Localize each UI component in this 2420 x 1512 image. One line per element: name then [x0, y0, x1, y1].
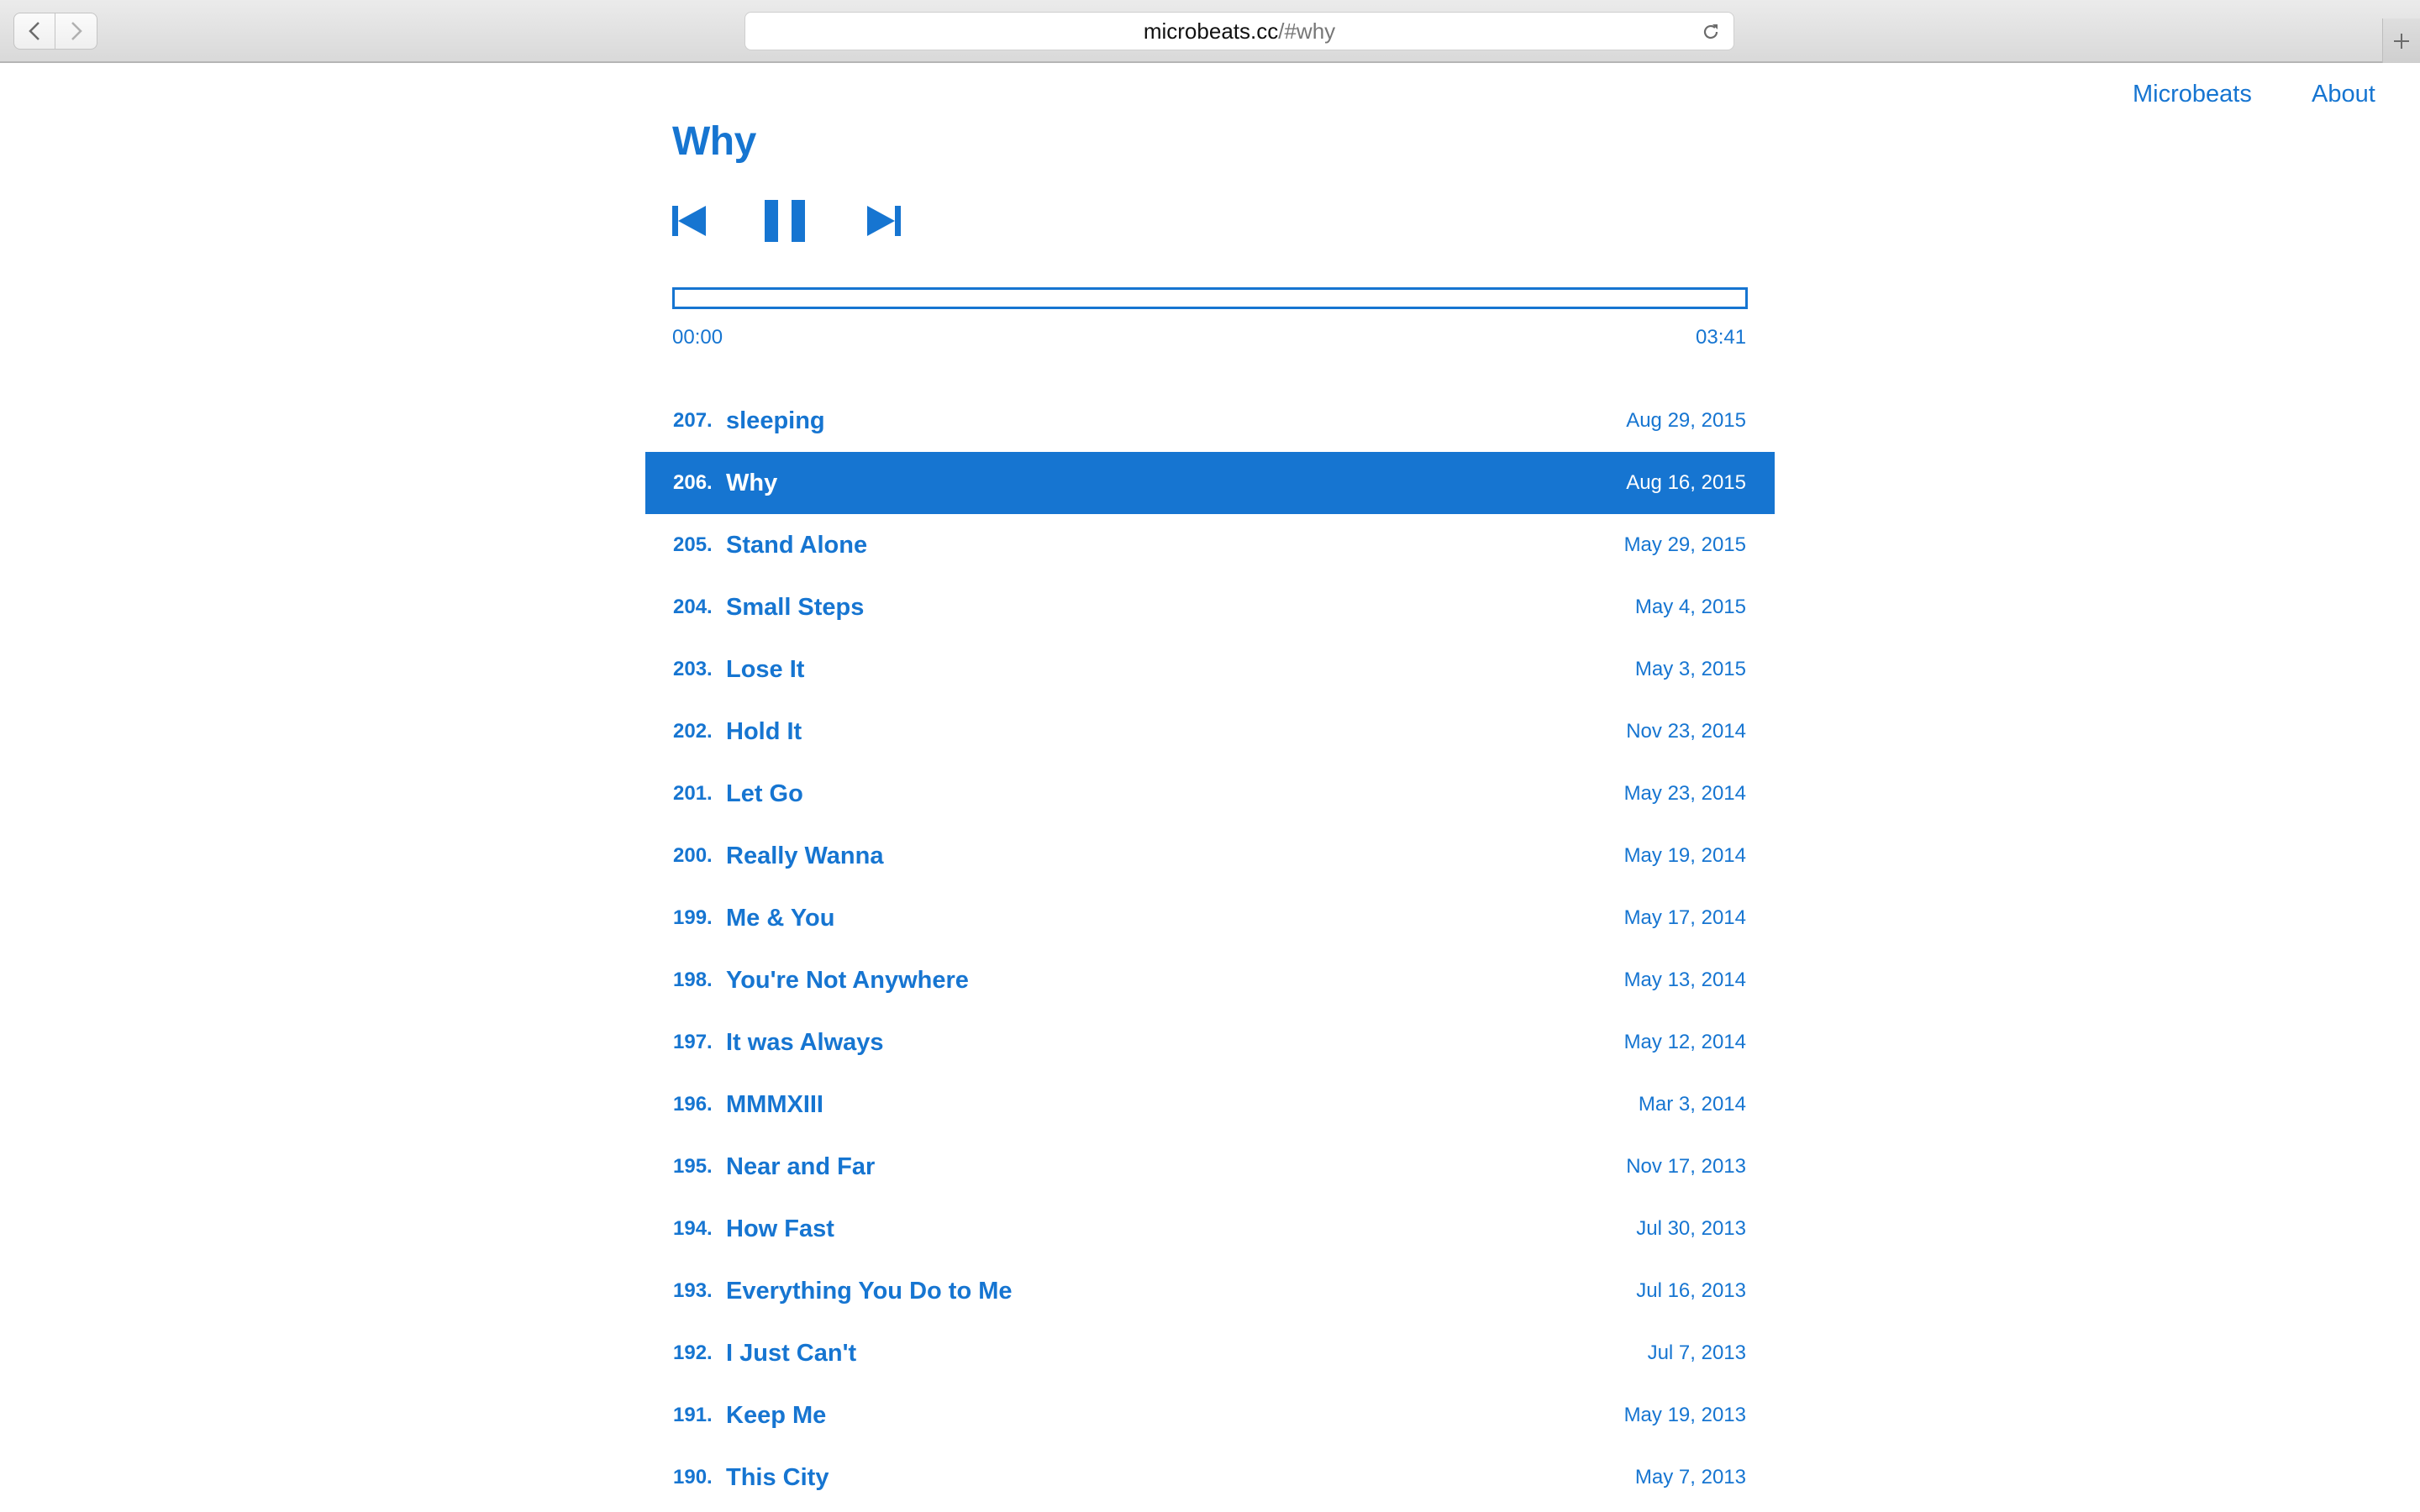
track-date: May 12, 2014: [1623, 1031, 1746, 1053]
track-number: 197.: [673, 1031, 713, 1053]
track-title: How Fast: [726, 1215, 834, 1242]
track-title: Keep Me: [726, 1401, 827, 1429]
track-number: 199.: [673, 906, 713, 929]
track-date: Aug 16, 2015: [1626, 471, 1746, 494]
current-time: 00:00: [672, 326, 723, 349]
track-row[interactable]: 200. Really Wanna May 19, 2014: [645, 825, 1775, 887]
pause-button[interactable]: [765, 198, 808, 244]
track-row[interactable]: 203. Lose It May 3, 2015: [645, 638, 1775, 701]
total-time: 03:41: [1696, 326, 1747, 349]
track-title: Small Steps: [726, 593, 865, 621]
track-date: May 17, 2014: [1623, 906, 1746, 929]
address-bar[interactable]: microbeats.cc/#why: [744, 12, 1734, 50]
track-row[interactable]: 193. Everything You Do to Me Jul 16, 2013: [645, 1260, 1775, 1322]
track-date: Mar 3, 2014: [1638, 1093, 1746, 1116]
reload-icon: [1703, 24, 1718, 39]
track-number: 192.: [673, 1341, 713, 1364]
track-number: 203.: [673, 658, 713, 680]
track-row-active[interactable]: 206. Why Aug 16, 2015: [645, 452, 1775, 514]
track-title: I Just Can't: [726, 1339, 857, 1367]
back-button[interactable]: [13, 13, 55, 50]
track-row[interactable]: 207. sleeping Aug 29, 2015: [645, 390, 1775, 452]
track-number: 195.: [673, 1155, 713, 1178]
track-date: Nov 17, 2013: [1626, 1155, 1746, 1178]
track-date: May 23, 2014: [1623, 782, 1746, 805]
track-row[interactable]: 194. How Fast Jul 30, 2013: [645, 1198, 1775, 1260]
track-row[interactable]: 202. Hold It Nov 23, 2014: [645, 701, 1775, 763]
track-number: 194.: [673, 1217, 713, 1240]
nav-link-about[interactable]: About: [2312, 81, 2375, 108]
track-date: May 4, 2015: [1634, 596, 1746, 618]
plus-icon: [2394, 33, 2409, 49]
nav-link-microbeats[interactable]: Microbeats: [2133, 81, 2252, 108]
track-number: 206.: [673, 471, 713, 494]
next-track-button[interactable]: [865, 198, 901, 244]
track-row[interactable]: 205. Stand Alone May 29, 2015: [645, 514, 1775, 576]
track-number: 198.: [673, 969, 713, 991]
track-number: 191.: [673, 1404, 713, 1426]
track-date: May 29, 2015: [1623, 533, 1746, 556]
track-title: MMMXIII: [726, 1090, 823, 1118]
track-date: Jul 16, 2013: [1636, 1279, 1746, 1302]
track-title: Lose It: [726, 655, 805, 683]
track-title: Why: [726, 469, 778, 496]
track-row[interactable]: 191. Keep Me May 19, 2013: [645, 1384, 1775, 1446]
track-title: sleeping: [726, 407, 825, 434]
track-number: 201.: [673, 782, 713, 805]
track-list: 207. sleeping Aug 29, 2015 206. Why Aug 16, 2…: [645, 390, 1775, 1509]
track-row[interactable]: 197. It was Always May 12, 2014: [645, 1011, 1775, 1074]
track-date: Nov 23, 2014: [1626, 720, 1746, 743]
track-title: Hold It: [726, 717, 802, 745]
track-date: May 19, 2013: [1623, 1404, 1746, 1426]
track-row[interactable]: 198. You're Not Anywhere May 13, 2014: [645, 949, 1775, 1011]
track-number: 204.: [673, 596, 713, 618]
forward-button[interactable]: [55, 13, 97, 50]
chevron-right-icon: [71, 22, 82, 40]
reload-button[interactable]: [1698, 19, 1723, 45]
track-row[interactable]: 196. MMMXIII Mar 3, 2014: [645, 1074, 1775, 1136]
track-date: May 13, 2014: [1623, 969, 1746, 991]
track-number: 200.: [673, 844, 713, 867]
track-number: 196.: [673, 1093, 713, 1116]
track-row[interactable]: 199. Me & You May 17, 2014: [645, 887, 1775, 949]
track-date: Jul 30, 2013: [1636, 1217, 1746, 1240]
now-playing-title: Why: [672, 119, 756, 164]
url-path: /#why: [1278, 18, 1336, 44]
track-title: Near and Far: [726, 1152, 876, 1180]
track-number: 193.: [673, 1279, 713, 1302]
track-row[interactable]: 204. Small Steps May 4, 2015: [645, 576, 1775, 638]
track-title: Let Go: [726, 780, 803, 807]
previous-track-button[interactable]: [672, 198, 708, 244]
pause-icon: [765, 200, 805, 242]
browser-toolbar: microbeats.cc/#why: [0, 0, 2420, 63]
url-host: microbeats.cc: [1143, 18, 1279, 44]
track-title: Stand Alone: [726, 531, 868, 559]
skip-previous-icon: [672, 206, 706, 236]
track-title: This City: [726, 1463, 829, 1491]
track-title: You're Not Anywhere: [726, 966, 969, 994]
track-title: Really Wanna: [726, 842, 884, 869]
track-date: May 7, 2013: [1634, 1466, 1746, 1488]
track-number: 207.: [673, 409, 713, 432]
track-title: It was Always: [726, 1028, 884, 1056]
track-row[interactable]: 190. This City May 7, 2013: [645, 1446, 1775, 1509]
track-title: Everything You Do to Me: [726, 1277, 1013, 1305]
track-row[interactable]: 192. I Just Can't Jul 7, 2013: [645, 1322, 1775, 1384]
track-date: Aug 29, 2015: [1626, 409, 1746, 432]
track-number: 190.: [673, 1466, 713, 1488]
track-date: May 3, 2015: [1634, 658, 1746, 680]
skip-next-icon: [867, 206, 901, 236]
track-number: 202.: [673, 720, 713, 743]
progress-bar[interactable]: [672, 287, 1748, 309]
track-date: Jul 7, 2013: [1647, 1341, 1746, 1364]
track-date: May 19, 2014: [1623, 844, 1746, 867]
track-number: 205.: [673, 533, 713, 556]
track-row[interactable]: 201. Let Go May 23, 2014: [645, 763, 1775, 825]
new-tab-button[interactable]: [2382, 18, 2420, 63]
track-title: Me & You: [726, 904, 835, 932]
chevron-left-icon: [29, 22, 39, 40]
track-row[interactable]: 195. Near and Far Nov 17, 2013: [645, 1136, 1775, 1198]
